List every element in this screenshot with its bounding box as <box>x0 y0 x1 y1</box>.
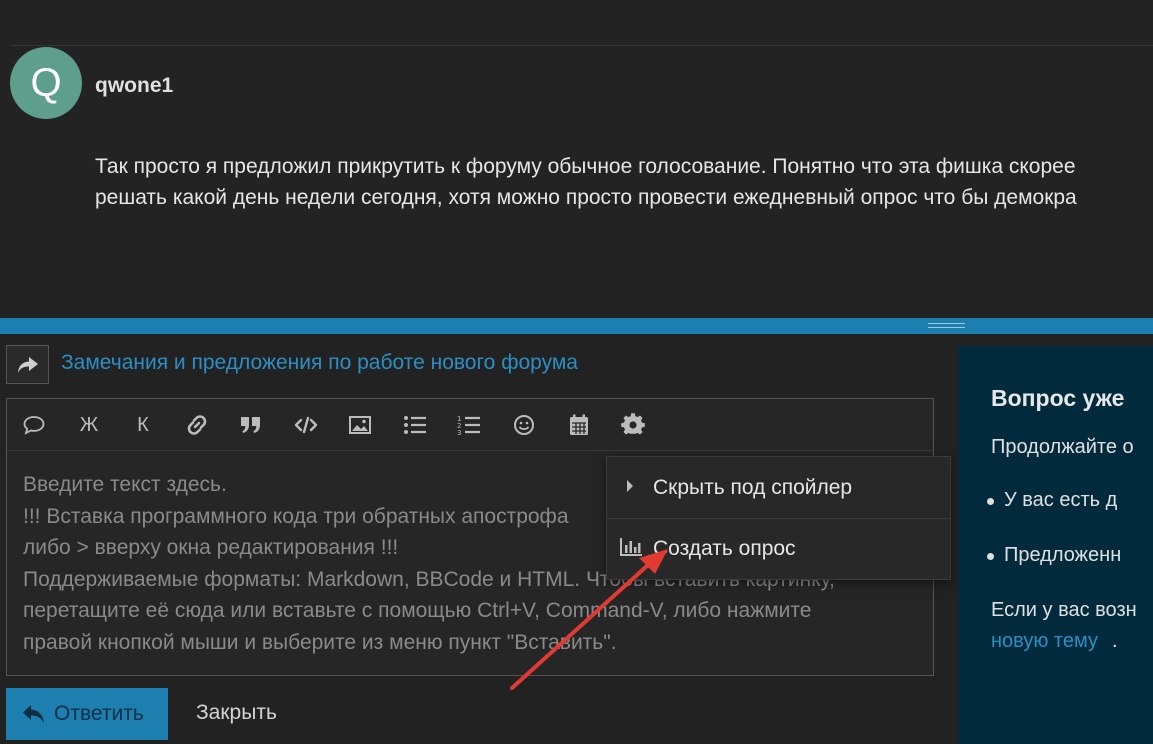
gear-icon <box>621 413 645 435</box>
smile-icon <box>514 415 534 435</box>
post-username[interactable]: qwone1 <box>95 74 173 98</box>
poll-chart-icon <box>620 538 642 556</box>
editor-toolbar: Ж К 123 <box>7 399 933 451</box>
image-button[interactable] <box>345 411 375 439</box>
calendar-button[interactable] <box>564 411 594 439</box>
link-icon <box>187 415 207 435</box>
reply-resize-bar[interactable] <box>0 318 1153 334</box>
image-icon <box>349 416 371 434</box>
thread-title-link[interactable]: Замечания и предложения по работе нового… <box>61 351 578 375</box>
svg-text:3: 3 <box>457 429 461 436</box>
placeholder-line: перетащите её сюда или вставьте с помощь… <box>23 599 812 622</box>
side-panel-note: Если у вас возн <box>991 599 1137 621</box>
side-help-panel: Вопрос уже Продолжайте о У вас есть д Пр… <box>958 346 1153 744</box>
side-panel-intro: Продолжайте о <box>991 436 1134 458</box>
placeholder-line: правой кнопкой мыши и выберите из меню п… <box>23 630 617 654</box>
new-topic-link[interactable]: новую тему <box>991 630 1098 653</box>
post-body: Так просто я предложил прикрутить к фору… <box>95 151 1153 213</box>
settings-dropdown-menu: Скрыть под спойлер Создать опрос <box>606 456 951 580</box>
menu-item-label: Создать опрос <box>653 537 796 560</box>
drag-handle-icon[interactable] <box>928 323 965 329</box>
side-panel-period: . <box>1112 630 1118 652</box>
caret-right-icon <box>627 480 633 492</box>
menu-item-label: Скрыть под спойлер <box>653 476 853 499</box>
calendar-icon <box>570 414 588 435</box>
settings-button[interactable] <box>618 411 648 439</box>
forum-post: Q qwone1 Так просто я предложил прикрути… <box>0 0 1153 318</box>
side-panel-title: Вопрос уже <box>991 385 1125 411</box>
reply-button-label: Ответить <box>54 702 144 725</box>
code-button[interactable] <box>291 411 321 439</box>
code-icon <box>294 416 318 434</box>
close-button[interactable]: Закрыть <box>196 701 277 725</box>
italic-icon: К <box>137 413 149 436</box>
quote-icon <box>241 417 260 433</box>
post-divider <box>10 45 1153 46</box>
bullet-list-icon <box>404 416 426 434</box>
reply-submit-button[interactable]: Ответить <box>6 688 168 740</box>
avatar[interactable]: Q <box>10 47 82 119</box>
numbered-list-button[interactable]: 123 <box>454 411 484 439</box>
side-panel-list-item: Предложенн <box>986 544 1122 566</box>
side-panel-list-item: У вас есть д <box>986 489 1118 511</box>
quote-button[interactable] <box>19 411 49 439</box>
numbered-list-icon: 123 <box>457 415 480 436</box>
menu-item-spoiler[interactable]: Скрыть под спойлер <box>607 457 950 518</box>
post-body-line: решать какой день недели сегодня, хотя м… <box>95 186 1077 209</box>
bold-button[interactable]: Ж <box>74 411 104 439</box>
post-body-line: Так просто я предложил прикрутить к фору… <box>95 155 1076 178</box>
link-button[interactable] <box>182 411 212 439</box>
speech-bubble-icon <box>23 416 45 435</box>
reply-arrow-icon[interactable] <box>6 345 49 384</box>
bullet-list-button[interactable] <box>400 411 430 439</box>
emoji-button[interactable] <box>509 411 539 439</box>
italic-button[interactable]: К <box>128 411 158 439</box>
bold-icon: Ж <box>79 413 99 436</box>
blockquote-button[interactable] <box>236 411 266 439</box>
reply-icon <box>23 705 44 723</box>
menu-item-create-poll[interactable]: Создать опрос <box>607 518 950 579</box>
forum-page: Q qwone1 Так просто я предложил прикрути… <box>0 0 1153 744</box>
